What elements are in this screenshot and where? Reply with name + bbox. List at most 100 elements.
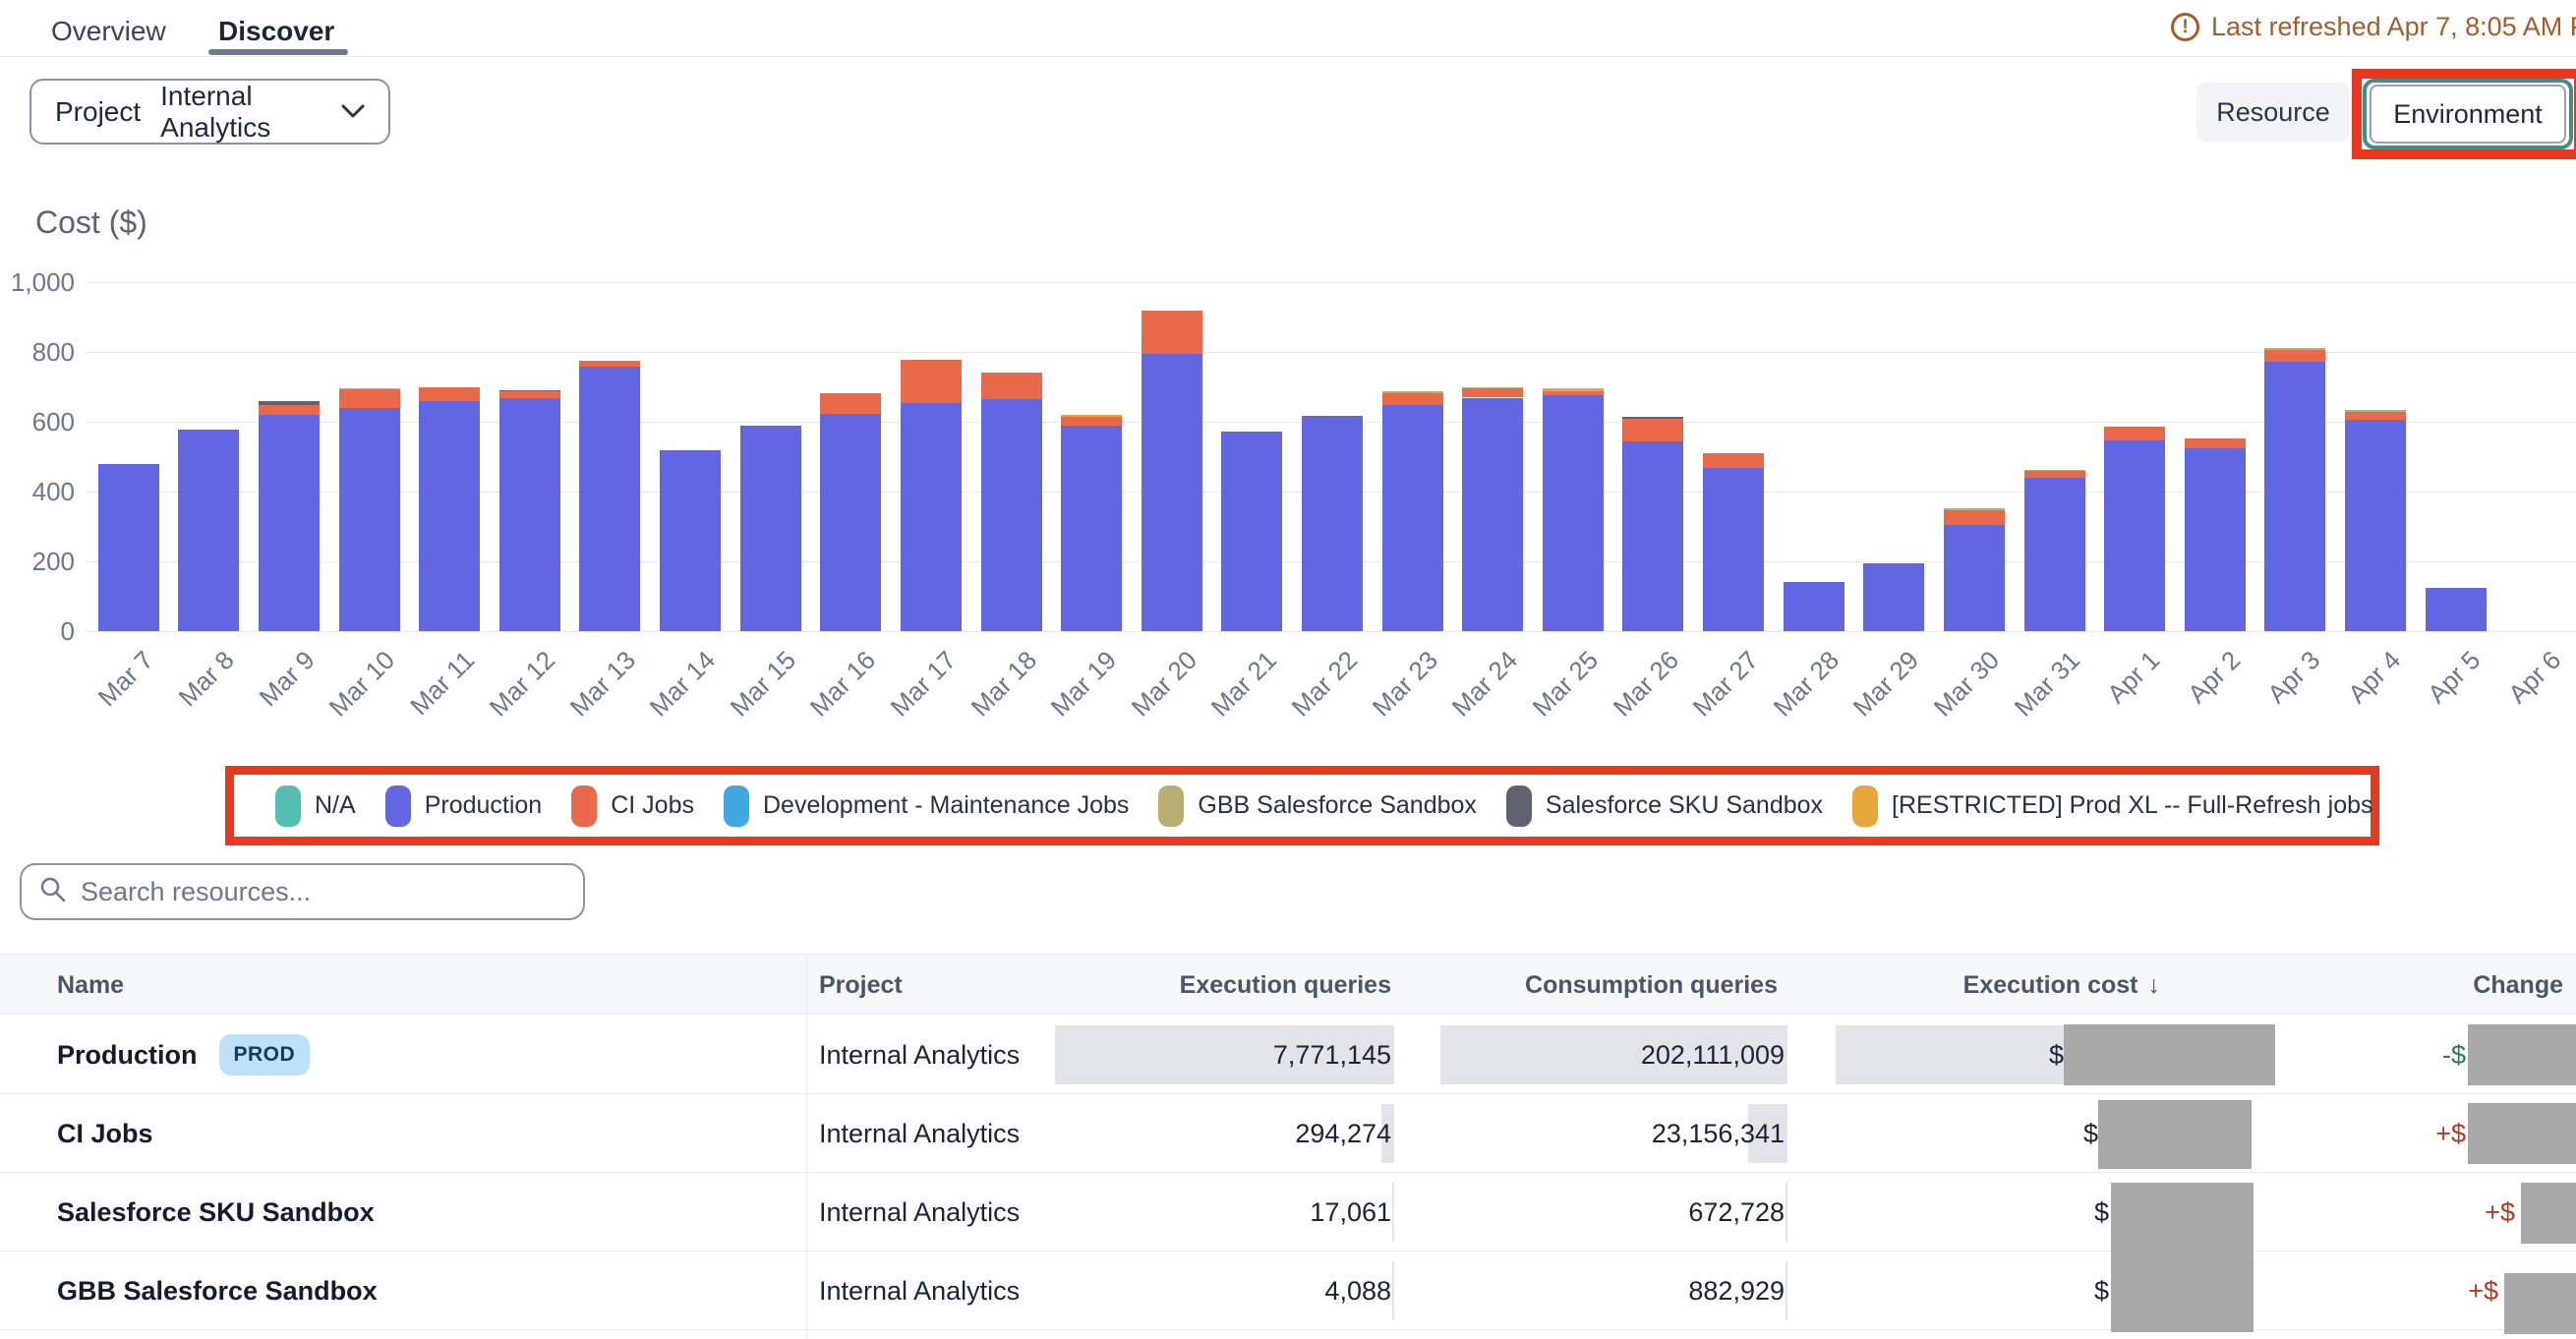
legend-item[interactable]: GBB Salesforce Sandbox — [1158, 786, 1477, 827]
bar-segment — [1622, 419, 1683, 441]
table-row[interactable]: Salesforce SKU SandboxInternal Analytics… — [0, 1173, 2576, 1252]
legend-label: GBB Salesforce Sandbox — [1198, 791, 1477, 820]
bar-segment — [178, 430, 239, 631]
execution-queries-cell: 294,274 — [1021, 1094, 1394, 1173]
bar-segment — [1061, 417, 1122, 426]
bar-segment — [2426, 588, 2487, 631]
x-tick-label: Mar 15 — [724, 645, 801, 723]
bar-segment — [1944, 510, 2005, 525]
bar-segment — [419, 401, 480, 631]
column-header-consumption-queries[interactable]: Consumption queries — [1525, 955, 1778, 1016]
bar-segment — [339, 388, 400, 390]
currency-prefix: $ — [2094, 1197, 2109, 1228]
project-filter-dropdown[interactable]: Project Internal Analytics — [29, 79, 390, 145]
table-column-divider — [806, 954, 807, 1339]
x-tick-label: Mar 8 — [172, 645, 240, 713]
bar-segment — [339, 389, 400, 407]
bar-segment — [259, 401, 320, 405]
change-cell: +$ — [2261, 1094, 2576, 1173]
bar-segment — [1543, 388, 1604, 392]
bar-segment — [2264, 362, 2325, 631]
legend-item[interactable]: [RESTRICTED] Prod XL -- Full-Refresh job… — [1852, 786, 2372, 827]
bar-segment — [1944, 525, 2005, 631]
tab-overview[interactable]: Overview — [51, 16, 166, 47]
column-header-execution-queries[interactable]: Execution queries — [1180, 955, 1391, 1016]
x-tick-label: Apr 1 — [2101, 645, 2166, 710]
legend-item[interactable]: Production — [385, 786, 543, 827]
bar-segment — [1142, 311, 1202, 354]
search-input[interactable] — [81, 877, 583, 907]
y-tick-label: 200 — [32, 546, 75, 577]
grid-line — [87, 282, 2576, 283]
bar-segment — [419, 387, 480, 401]
table-header: Name Project Execution queries Consumption … — [0, 954, 2576, 1015]
legend-swatch — [1506, 786, 1532, 827]
y-tick-label: 400 — [32, 476, 75, 507]
table-row[interactable]: CI JobsInternal Analytics294,27423,156,3… — [0, 1094, 2576, 1173]
bar-segment — [1061, 426, 1122, 631]
column-header-execution-cost[interactable]: Execution cost↓ — [1963, 955, 2160, 1016]
x-tick-label: Mar 21 — [1205, 645, 1283, 723]
bar-segment — [339, 408, 400, 631]
x-tick-label: Apr 5 — [2423, 645, 2488, 710]
active-tab-underline — [208, 49, 348, 55]
bar-segment — [1784, 582, 1844, 631]
currency-prefix: $ — [2094, 1276, 2109, 1307]
bar-segment — [2104, 427, 2165, 440]
x-tick-label: Mar 31 — [2008, 645, 2085, 723]
chevron-down-icon — [341, 104, 365, 119]
legend-item[interactable]: Development - Maintenance Jobs — [724, 786, 1129, 827]
bar-segment — [2024, 478, 2085, 631]
sort-desc-icon: ↓ — [2148, 971, 2161, 1000]
column-header-label: Execution queries — [1180, 971, 1391, 1000]
y-tick-label: 600 — [32, 406, 75, 437]
bar-segment — [1142, 354, 1202, 631]
bar-segment — [2345, 420, 2406, 631]
cell-value: 202,111,009 — [1641, 1040, 1787, 1071]
column-header-project[interactable]: Project — [819, 955, 903, 1016]
legend-label: [RESTRICTED] Prod XL -- Full-Refresh job… — [1892, 791, 2372, 820]
bar-segment — [1622, 441, 1683, 631]
tab-discover[interactable]: Discover — [218, 16, 334, 47]
x-tick-label: Mar 25 — [1527, 645, 1605, 723]
cell-value: 23,156,341 — [1652, 1119, 1787, 1149]
bar-segment — [981, 399, 1042, 631]
legend-item[interactable]: N/A — [275, 786, 356, 827]
bar-segment — [1863, 563, 1924, 631]
bar-segment — [499, 390, 560, 392]
column-header-label: Consumption queries — [1525, 971, 1778, 1000]
bar-segment — [1382, 391, 1443, 393]
bar-segment — [660, 450, 721, 631]
x-tick-label: Mar 16 — [804, 645, 882, 723]
bar-segment — [1382, 393, 1443, 405]
column-header-change[interactable]: Change — [2473, 955, 2563, 1016]
change-cell: +$ — [2261, 1252, 2576, 1330]
bar-segment — [2345, 410, 2406, 411]
legend-swatch — [1852, 786, 1878, 827]
bar-segment — [820, 393, 881, 414]
search-box — [20, 863, 585, 920]
redaction-box — [2064, 1024, 2275, 1085]
environment-toggle-button[interactable]: Environment — [2370, 85, 2566, 144]
x-tick-label: Mar 20 — [1126, 645, 1203, 723]
table-row[interactable]: ProductionPRODInternal Analytics7,771,14… — [0, 1016, 2576, 1094]
execution-cost-cell: $ — [1819, 1173, 2193, 1252]
column-header-name[interactable]: Name — [57, 955, 124, 1016]
x-tick-label: Mar 27 — [1687, 645, 1765, 723]
x-tick-label: Mar 24 — [1446, 645, 1524, 723]
x-tick-label: Mar 7 — [92, 645, 160, 713]
bar-segment — [1061, 415, 1122, 417]
x-tick-label: Mar 19 — [1045, 645, 1123, 723]
bar-segment — [2185, 438, 2246, 447]
bar-segment — [2024, 471, 2085, 477]
bar-segment — [2185, 448, 2246, 631]
legend-item[interactable]: CI Jobs — [571, 786, 694, 827]
legend-item[interactable]: Salesforce SKU Sandbox — [1506, 786, 1823, 827]
bar-segment — [579, 367, 640, 631]
search-icon — [39, 876, 67, 908]
execution-queries-cell: 17,061 — [1021, 1173, 1394, 1252]
change-value: +$ — [2435, 1119, 2466, 1149]
bar-segment — [901, 360, 962, 403]
resource-toggle-button[interactable]: Resource — [2196, 83, 2350, 142]
project-filter-label: Project — [55, 96, 141, 128]
